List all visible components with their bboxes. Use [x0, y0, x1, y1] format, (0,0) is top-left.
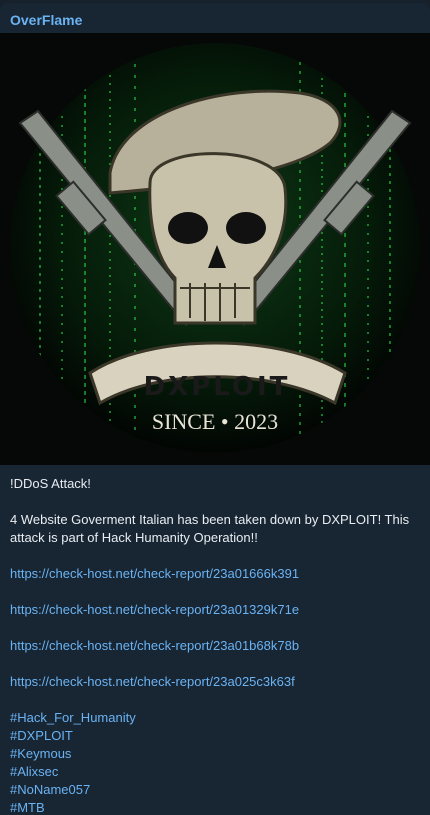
check-host-link-3[interactable]: https://check-host.net/check-report/23a0…: [10, 637, 422, 655]
message-bubble: OverFlame DXPLOIT SINCE • 2023 !DDoS Att…: [0, 3, 430, 815]
banner-text: DXPLOIT: [144, 372, 291, 402]
skull-logo-image: DXPLOIT SINCE • 2023: [0, 33, 430, 465]
sender-name[interactable]: OverFlame: [10, 12, 82, 28]
hashtag-hack-for-humanity[interactable]: #Hack_For_Humanity: [10, 709, 422, 727]
check-host-link-4[interactable]: https://check-host.net/check-report/23a0…: [10, 673, 422, 691]
hashtag-noname057[interactable]: #NoName057: [10, 781, 422, 799]
check-host-link-2[interactable]: https://check-host.net/check-report/23a0…: [10, 601, 422, 619]
message-body: 4 Website Goverment Italian has been tak…: [10, 512, 410, 545]
hashtag-mtb[interactable]: #MTB: [10, 799, 422, 815]
hashtag-alixsec[interactable]: #Alixsec: [10, 763, 422, 781]
hashtag-dxploit[interactable]: #DXPLOIT: [10, 727, 422, 745]
message-title: !DDoS Attack!: [10, 476, 91, 491]
check-host-link-1[interactable]: https://check-host.net/check-report/23a0…: [10, 565, 422, 583]
message-image[interactable]: DXPLOIT SINCE • 2023: [0, 33, 430, 465]
since-text: SINCE • 2023: [152, 409, 278, 434]
hashtag-keymous[interactable]: #Keymous: [10, 745, 422, 763]
message-text: !DDoS Attack! 4 Website Goverment Italia…: [10, 475, 422, 815]
